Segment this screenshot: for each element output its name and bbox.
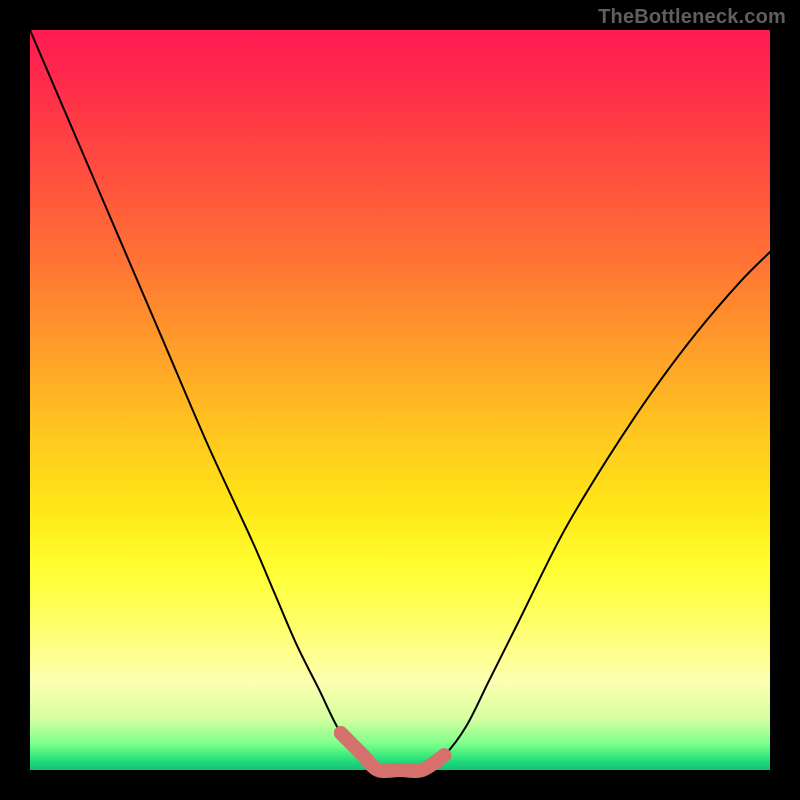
watermark-text: TheBottleneck.com [598,6,786,29]
bottleneck-curve-bottom-highlight [341,733,445,771]
plot-area [30,30,770,770]
curve-layer [30,30,770,770]
bottleneck-curve [30,30,770,771]
chart-frame: TheBottleneck.com [0,0,800,800]
